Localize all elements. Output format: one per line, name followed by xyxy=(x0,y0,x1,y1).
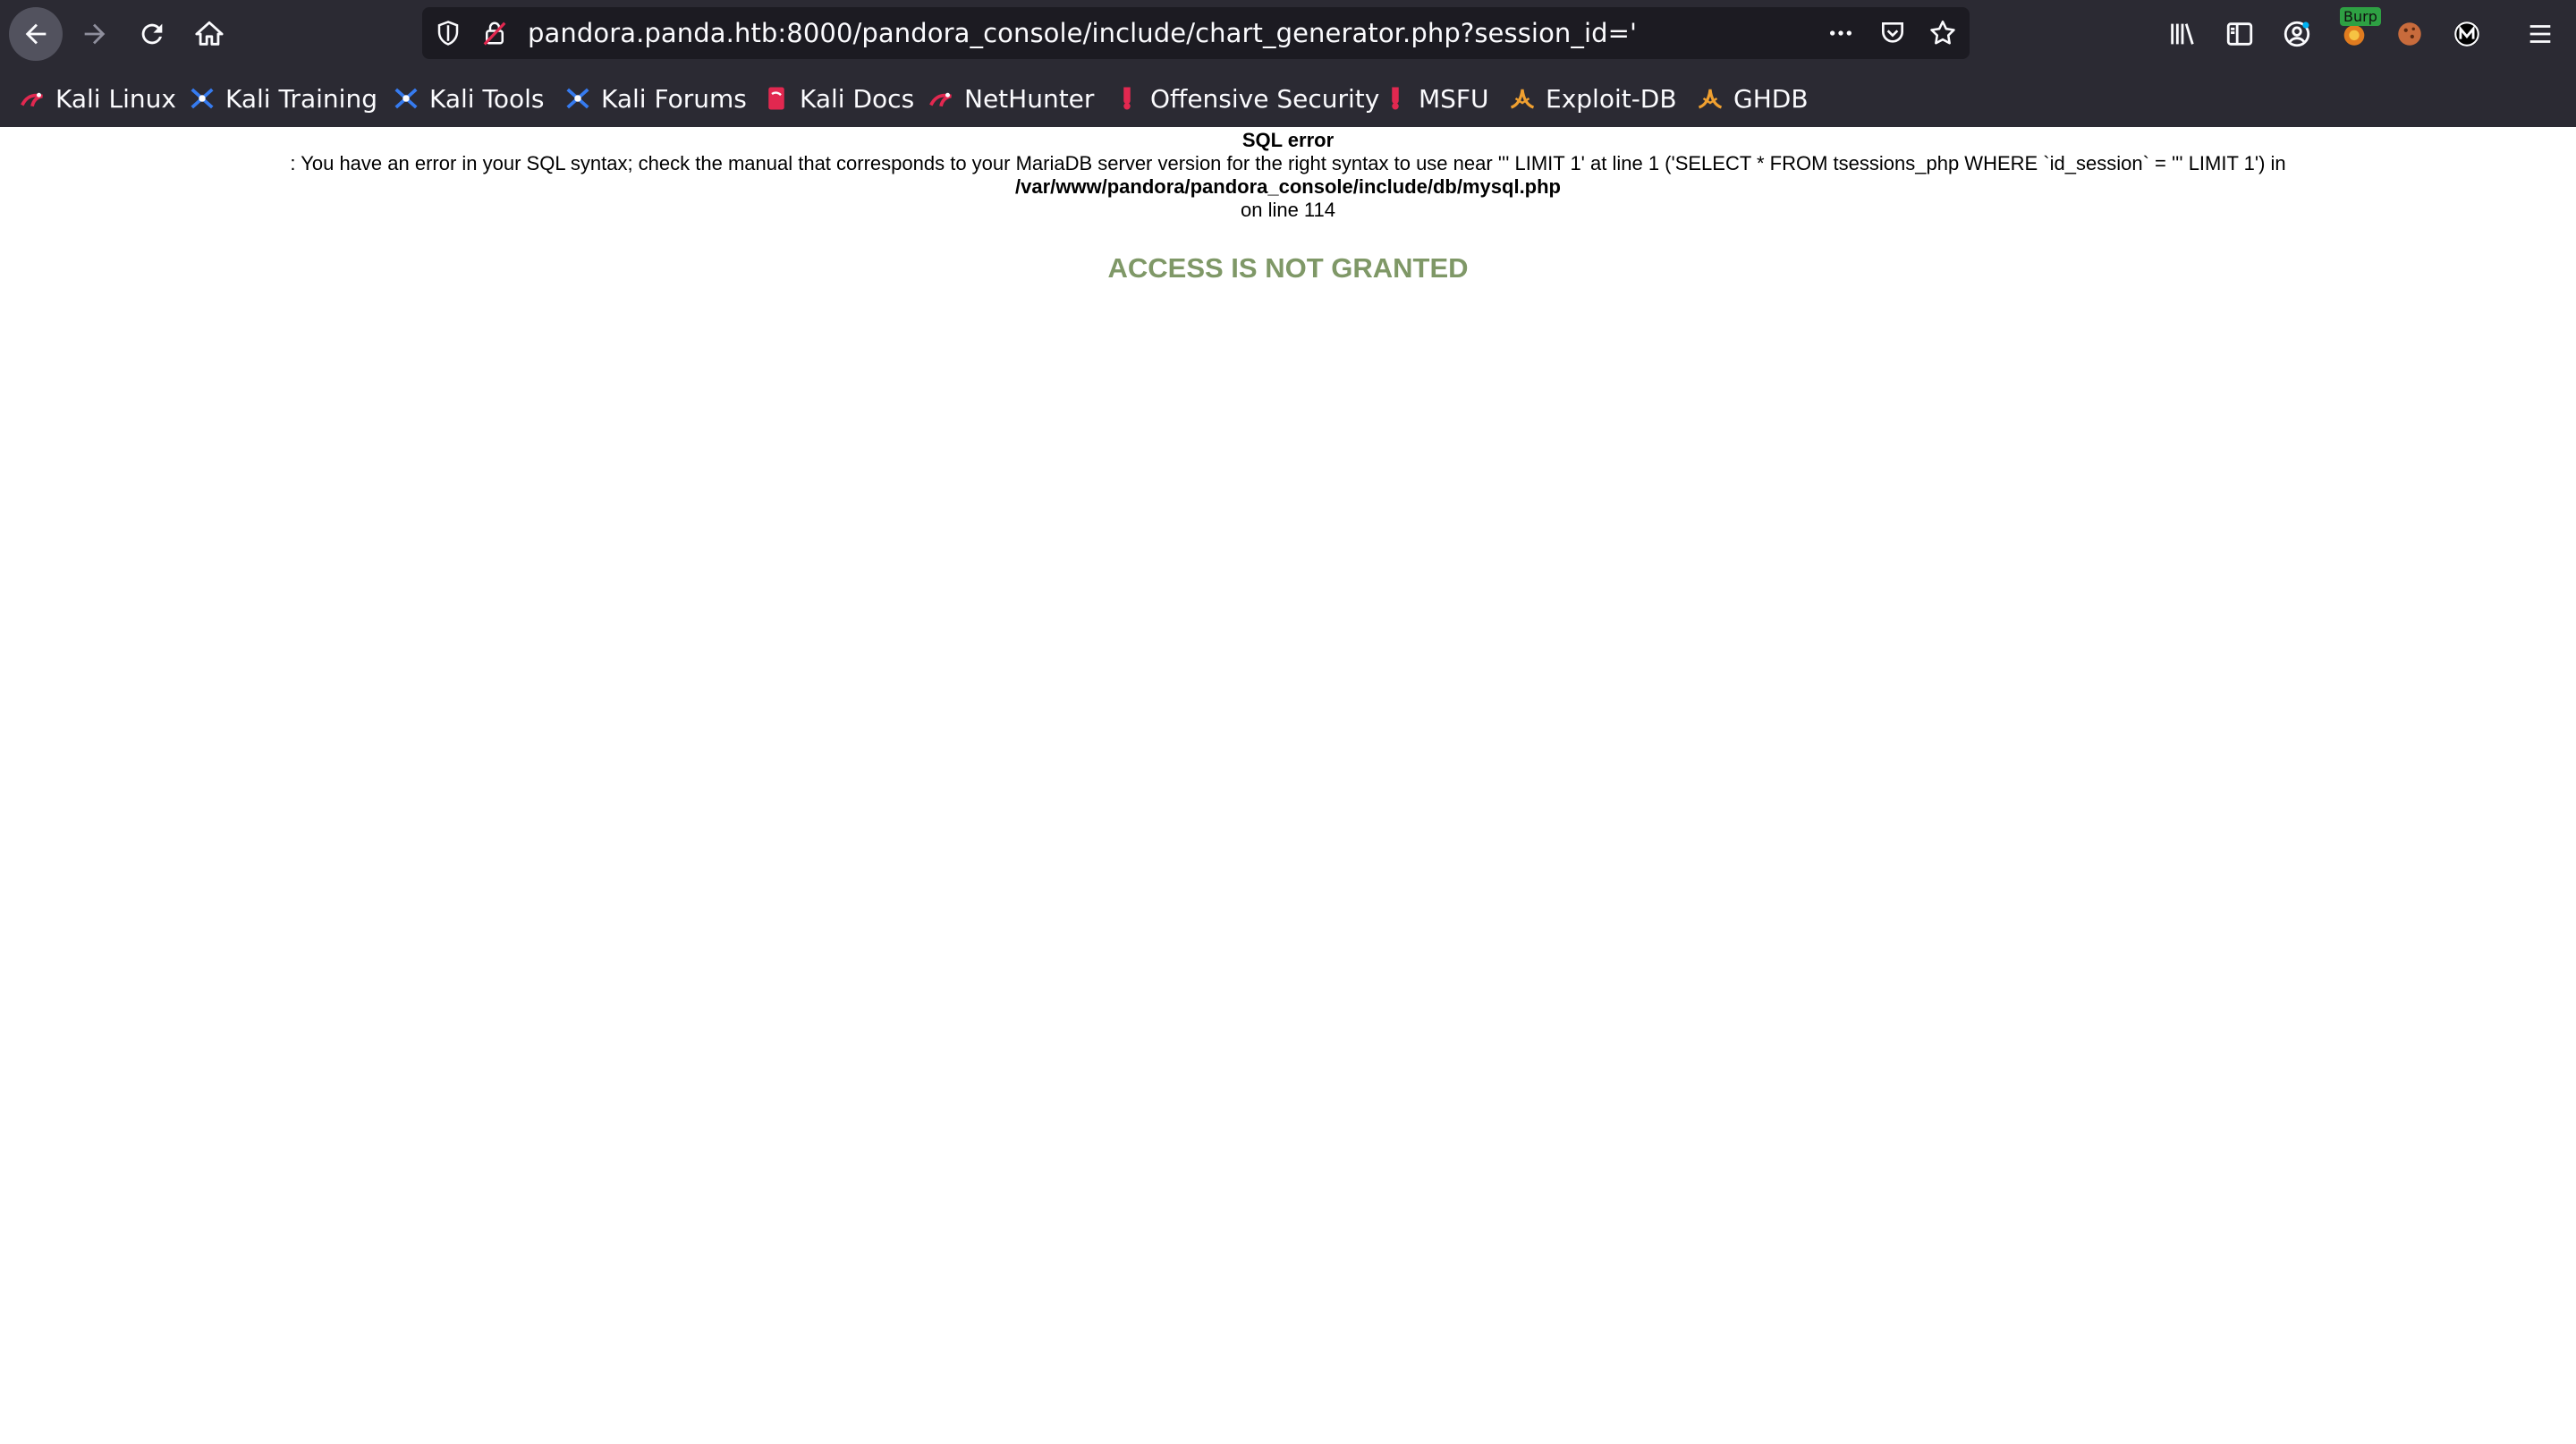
cookie-editor-icon[interactable] xyxy=(2390,14,2429,54)
bookmark-star-icon[interactable] xyxy=(1925,16,1961,50)
exploitdb-icon xyxy=(1508,84,1537,113)
bookmark-label: Kali Training xyxy=(225,83,377,114)
bookmark-label: Kali Linux xyxy=(55,83,176,114)
tracking-shield-icon[interactable] xyxy=(431,16,465,50)
bookmark-label: NetHunter xyxy=(964,83,1095,114)
insecure-lock-icon[interactable] xyxy=(478,16,512,50)
bookmark-label: Kali Forums xyxy=(601,83,747,114)
arrow-left-icon xyxy=(25,23,47,45)
bookmark-label: Exploit-DB xyxy=(1546,83,1677,114)
bookmark-kali-tools[interactable]: Kali Tools xyxy=(392,75,544,122)
wappalyzer-m-icon[interactable] xyxy=(2447,14,2487,54)
bookmark-label: Kali Tools xyxy=(429,83,545,114)
nethunter-icon xyxy=(927,84,955,113)
kali-dragon-icon xyxy=(18,84,47,113)
access-denied-message: ACCESS IS NOT GRANTED xyxy=(1107,252,1469,284)
url-bar[interactable]: pandora.panda.htb:8000/pandora_console/i… xyxy=(422,7,1970,59)
sql-error-title: SQL error xyxy=(1241,129,1335,151)
bookmark-nethunter[interactable]: NetHunter xyxy=(927,75,1094,122)
browser-toolbar: pandora.panda.htb:8000/pandora_console/i… xyxy=(0,0,2576,68)
arrow-right-icon xyxy=(84,23,106,45)
sidebar-icon[interactable] xyxy=(2220,14,2259,54)
burp-badge: Burp xyxy=(2340,7,2381,26)
bookmark-label: GHDB xyxy=(1733,83,1809,114)
msfu-icon xyxy=(1381,84,1410,113)
hamburger-menu-icon[interactable] xyxy=(2521,14,2560,54)
sql-error-file: /var/www/pandora/pandora_console/include… xyxy=(1015,175,1561,198)
browser-chrome: pandora.panda.htb:8000/pandora_console/i… xyxy=(0,0,2576,127)
home-button[interactable] xyxy=(182,7,236,61)
sql-error-message: : You have an error in your SQL syntax; … xyxy=(290,152,2286,174)
forward-button[interactable] xyxy=(68,7,122,61)
back-button[interactable] xyxy=(9,7,63,61)
kali-training-icon xyxy=(188,84,216,113)
bookmark-kali-linux[interactable]: Kali Linux xyxy=(18,75,176,122)
ghdb-icon xyxy=(1696,84,1724,113)
kali-tools-icon xyxy=(392,84,420,113)
bookmark-kali-training[interactable]: Kali Training xyxy=(188,75,377,122)
reload-button[interactable] xyxy=(125,7,179,61)
bookmark-offensive-security[interactable]: Offensive Security xyxy=(1113,75,1379,122)
bookmark-kali-forums[interactable]: Kali Forums xyxy=(564,75,747,122)
kali-docs-icon xyxy=(762,84,791,113)
bookmark-msfu[interactable]: MSFU xyxy=(1381,75,1489,122)
url-text[interactable]: pandora.panda.htb:8000/pandora_console/i… xyxy=(528,7,1637,59)
bookmark-kali-docs[interactable]: Kali Docs xyxy=(762,75,914,122)
pocket-icon[interactable] xyxy=(1875,16,1911,50)
sql-error-line: on line 114 xyxy=(1240,199,1335,221)
home-icon xyxy=(195,21,224,46)
bookmark-label: Kali Docs xyxy=(800,83,915,114)
bookmark-ghdb[interactable]: GHDB xyxy=(1696,75,1809,122)
bookmark-label: Offensive Security xyxy=(1150,83,1380,114)
reload-icon xyxy=(141,23,163,45)
page-content: SQL error : You have an error in your SQ… xyxy=(0,127,2576,1444)
bookmarks-toolbar: Kali Linux Kali Training Kali Tools Kali… xyxy=(0,75,2576,122)
offsec-icon xyxy=(1113,84,1141,113)
account-icon[interactable] xyxy=(2277,14,2317,54)
more-actions-icon[interactable] xyxy=(1823,16,1859,50)
library-icon[interactable] xyxy=(2163,14,2202,54)
bookmark-exploit-db[interactable]: Exploit-DB xyxy=(1508,75,1677,122)
bookmark-label: MSFU xyxy=(1419,83,1489,114)
kali-forums-icon xyxy=(564,84,592,113)
